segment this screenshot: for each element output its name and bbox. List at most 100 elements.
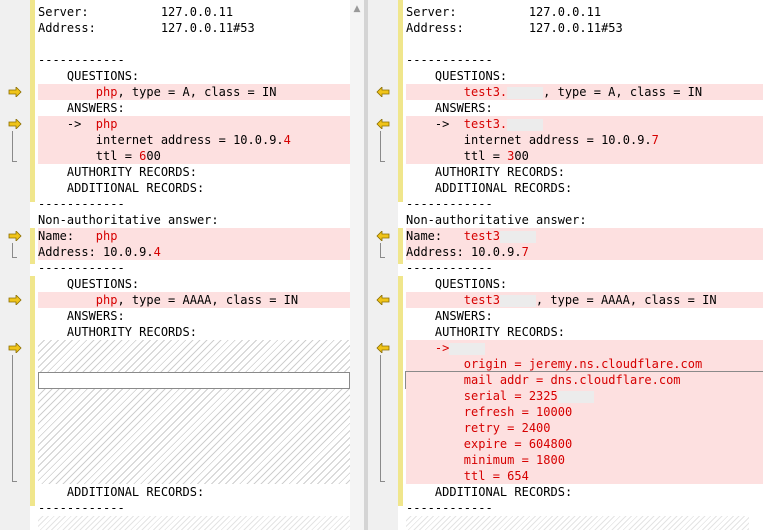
arrow-left-icon[interactable] — [376, 119, 390, 129]
diff-line[interactable]: origin = jeremy.ns.cloudflare.com — [406, 356, 763, 372]
text-line[interactable]: Non-authoritative answer: — [38, 212, 364, 228]
arrow-right-icon[interactable] — [8, 119, 22, 129]
text-line[interactable]: Address: 127.0.0.11#53 — [406, 20, 763, 36]
diff-line[interactable]: retry = 2400 — [406, 420, 763, 436]
diff-line[interactable]: Address: 10.0.9.7 — [406, 244, 763, 260]
diff-line[interactable]: -> php — [38, 116, 364, 132]
redacted-block — [449, 342, 486, 355]
left-missing-block — [38, 340, 350, 484]
text-line[interactable]: QUESTIONS: — [38, 68, 364, 84]
changed-text: test3. — [463, 85, 508, 99]
text-line[interactable]: ------------ — [38, 260, 364, 276]
diff-line[interactable]: internet address = 10.0.9.7 — [406, 132, 763, 148]
right-change-bar — [398, 276, 403, 506]
text-line[interactable]: ------------ — [38, 196, 364, 212]
arrow-right-icon[interactable] — [8, 295, 22, 305]
diff-line[interactable]: serial = 2325 — [406, 388, 763, 404]
diff-line[interactable]: ttl = 600 — [38, 148, 364, 164]
arrow-left-icon[interactable] — [376, 231, 390, 241]
line-text — [406, 357, 464, 371]
changed-text: origin = jeremy.ns.cloudflare.com — [463, 357, 703, 371]
changed-text: mail addr = dns.cloudflare.com — [463, 373, 681, 387]
line-text — [406, 293, 464, 307]
diff-line[interactable]: expire = 604800 — [406, 436, 763, 452]
diff-line[interactable]: minimum = 1800 — [406, 452, 763, 468]
text-line[interactable]: ANSWERS: — [38, 308, 364, 324]
text-line[interactable]: ADDITIONAL RECORDS: — [406, 180, 763, 196]
diff-line[interactable]: ttl = 300 — [406, 148, 763, 164]
arrow-left-icon[interactable] — [376, 343, 390, 353]
diff-line[interactable]: Name: php — [38, 228, 364, 244]
text-line[interactable]: Non-authoritative answer: — [406, 212, 763, 228]
text-line[interactable] — [38, 36, 364, 52]
changed-text: minimum = 1800 — [463, 453, 565, 467]
line-text: , type = AAAA, class = IN — [117, 293, 299, 307]
text-line[interactable]: ANSWERS: — [38, 100, 364, 116]
text-line[interactable]: ANSWERS: — [406, 308, 763, 324]
text-line[interactable]: QUESTIONS: — [38, 276, 364, 292]
arrow-right-icon[interactable] — [8, 87, 22, 97]
line-text: -> — [38, 117, 96, 131]
left-scrollbar[interactable]: ▲ — [350, 0, 364, 530]
text-line[interactable]: QUESTIONS: — [406, 276, 763, 292]
text-line[interactable]: ------------ — [406, 196, 763, 212]
left-cursor-line[interactable] — [38, 372, 350, 389]
changed-text: retry = 2400 — [463, 421, 551, 435]
line-text: , type = AAAA, class = IN — [535, 293, 717, 307]
line-text — [38, 85, 96, 99]
text-line[interactable]: Server: 127.0.0.11 — [406, 4, 763, 20]
diff-line[interactable]: php, type = A, class = IN — [38, 84, 364, 100]
diff-line[interactable]: ttl = 654 — [406, 468, 763, 484]
text-line[interactable]: ADDITIONAL RECORDS: — [406, 484, 763, 500]
line-text: Name: — [406, 229, 464, 243]
left-text-area[interactable]: Server: 127.0.0.11 Address: 127.0.0.11#53… — [38, 4, 364, 340]
text-line[interactable]: Address: 127.0.0.11#53 — [38, 20, 364, 36]
diff-line[interactable]: -> — [406, 340, 763, 356]
changed-text: ttl = 654 — [463, 469, 529, 483]
text-line[interactable]: AUTHORITY RECORDS: — [38, 164, 364, 180]
diff-line[interactable]: Name: test3 — [406, 228, 763, 244]
changed-text: php — [95, 229, 118, 243]
text-line[interactable]: AUTHORITY RECORDS: — [406, 164, 763, 180]
diff-line[interactable]: Address: 10.0.9.4 — [38, 244, 364, 260]
right-text-area[interactable]: Server: 127.0.0.11 Address: 127.0.0.11#53… — [405, 4, 763, 516]
text-line[interactable]: ------------ — [406, 500, 763, 516]
left-change-bar — [30, 228, 35, 264]
arrow-left-icon[interactable] — [376, 87, 390, 97]
changed-text: php — [95, 117, 118, 131]
scroll-up-icon[interactable]: ▲ — [352, 4, 362, 14]
left-bracket — [12, 131, 17, 162]
text-line[interactable]: QUESTIONS: — [406, 68, 763, 84]
arrow-right-icon[interactable] — [8, 231, 22, 241]
arrow-right-icon[interactable] — [8, 343, 22, 353]
text-line[interactable]: ADDITIONAL RECORDS: — [38, 180, 364, 196]
text-line[interactable]: ADDITIONAL RECORDS: — [38, 484, 364, 500]
text-line[interactable]: ------------ — [38, 52, 364, 68]
text-line[interactable]: ------------ — [38, 500, 364, 516]
line-text: internet address = 10.0.9. — [406, 133, 652, 147]
diff-line[interactable]: refresh = 10000 — [406, 404, 763, 420]
line-text — [406, 85, 464, 99]
left-diff-pane[interactable]: Server: 127.0.0.11 Address: 127.0.0.11#53… — [0, 0, 364, 530]
diff-line[interactable]: test3 , type = AAAA, class = IN — [406, 292, 763, 308]
diff-line[interactable]: internet address = 10.0.9.4 — [38, 132, 364, 148]
right-diff-pane[interactable]: Server: 127.0.0.11 Address: 127.0.0.11#53… — [368, 0, 763, 530]
diff-line[interactable]: test3. , type = A, class = IN — [406, 84, 763, 100]
text-line[interactable]: Server: 127.0.0.11 — [38, 4, 364, 20]
diff-line[interactable]: -> test3. — [406, 116, 763, 132]
text-line[interactable]: ------------ — [406, 260, 763, 276]
text-line[interactable]: AUTHORITY RECORDS: — [406, 324, 763, 340]
text-line[interactable]: ANSWERS: — [406, 100, 763, 116]
changed-text: test3. — [463, 117, 508, 131]
text-line[interactable]: AUTHORITY RECORDS: — [38, 324, 364, 340]
diff-line[interactable]: mail addr = dns.cloudflare.com — [405, 371, 763, 389]
changed-text: 4 — [153, 245, 161, 259]
arrow-left-icon[interactable] — [376, 295, 390, 305]
changed-text: test3 — [463, 229, 500, 243]
line-text — [406, 341, 435, 355]
text-line[interactable]: ------------ — [406, 52, 763, 68]
text-line[interactable] — [406, 36, 763, 52]
diff-line[interactable]: php, type = AAAA, class = IN — [38, 292, 364, 308]
left-text-tail[interactable]: ADDITIONAL RECORDS: ------------ — [38, 484, 364, 516]
changed-text: 7 — [521, 245, 529, 259]
